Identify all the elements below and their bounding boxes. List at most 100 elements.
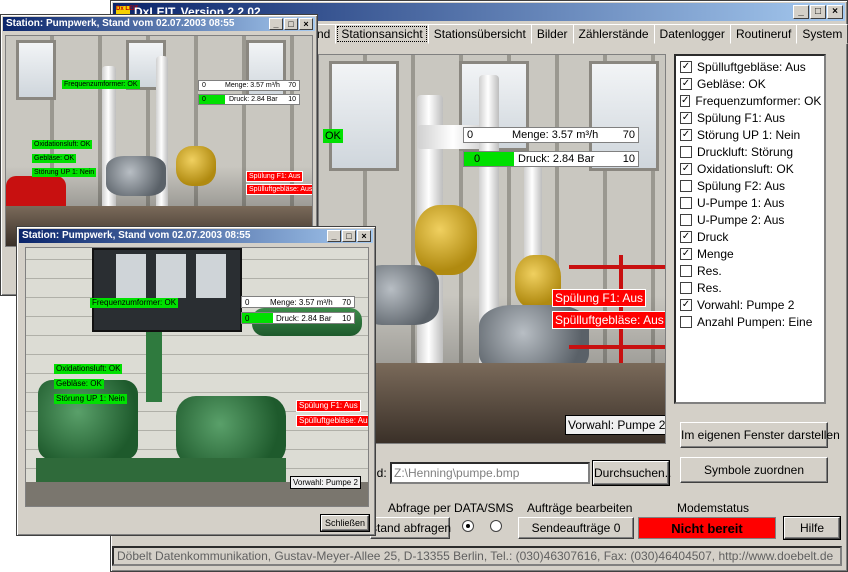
close-icon[interactable]: × [357,230,371,242]
green-motor [38,380,138,460]
checkbox-label: Spülluftgebläse: Aus [697,59,806,74]
checkbox[interactable]: ✓ [680,111,692,124]
oxi-label: Oxidationsluft: OK [32,140,93,149]
symbol-list[interactable]: ✓ Spülluftgebläse: Aus ✓ Gebläse: OK ✓ Freque… [674,54,826,404]
minimize-icon[interactable]: _ [327,230,341,242]
druck-meter: 0 Druck: 2.84 Bar 10 [198,94,300,105]
data-radio[interactable] [462,520,474,532]
checkbox[interactable]: ✓ [680,77,692,90]
tab-bar: nd Stationsansicht Stationsübersicht Bil… [312,24,848,44]
station-image-1: Frequenzumformer: OK 0 Menge: 3.57 m³/h … [5,35,313,247]
cabinet-panel [156,254,186,298]
tab-zaehlerstaende[interactable]: Zählerstände [572,24,655,44]
vorwahl-label: Vorwahl: Pumpe 2 [290,476,361,489]
checkbox-label: U-Pumpe 2: Aus [697,212,785,227]
own-window-button[interactable]: Im eigenen Fenster darstellen [680,422,840,448]
abfrage-label: Abfrage per [388,501,451,515]
window-1-title: Station: Pumpwerk, Stand vom 02.07.2003 … [6,18,235,29]
checkbox-label: Oxidationsluft: OK [697,161,794,176]
checkbox[interactable] [680,145,692,158]
checkbox[interactable]: ✓ [680,298,692,311]
maximize-icon[interactable]: □ [342,230,356,242]
window-2-titlebar[interactable]: Station: Pumpwerk, Stand vom 02.07.2003 … [19,229,373,243]
image-path-field[interactable]: Z:\Henning\pumpe.bmp [390,462,590,484]
red-railing [569,265,665,269]
green-pump [176,396,286,466]
symbol-checkbox-row[interactable]: U-Pumpe 1: Aus [680,194,820,211]
symbol-checkbox-row[interactable]: Res. [680,279,820,296]
window-decoration [16,40,56,100]
checkbox[interactable]: ✓ [680,60,692,73]
symbol-checkbox-row[interactable]: ✓ Gebläse: OK [680,75,820,92]
checkbox[interactable]: ✓ [680,128,692,141]
tab-datenlogger[interactable]: Datenlogger [653,24,731,44]
checkbox[interactable]: ✓ [680,94,691,107]
minimize-icon[interactable]: _ [269,18,283,30]
cabinet-panel [116,254,146,298]
browse-button[interactable]: Durchsuchen.. [592,460,671,486]
geblaese-label: Gebläse: OK [32,154,77,163]
symbol-checkbox-row[interactable]: Res. [680,262,820,279]
checkbox[interactable] [680,179,692,192]
checkbox-label: Menge [697,246,734,261]
window-1-titlebar[interactable]: Station: Pumpwerk, Stand vom 02.07.2003 … [3,17,315,31]
symbol-checkbox-row[interactable]: ✓ Störung UP 1: Nein [680,126,820,143]
maximize-icon[interactable]: □ [810,5,826,19]
close-button[interactable]: Schließen [320,514,370,532]
oxi-label: Oxidationsluft: OK [54,364,123,374]
assign-symbols-button[interactable]: Symbole zuordnen [680,457,828,483]
symbol-checkbox-row[interactable]: ✓ Spülung F1: Aus [680,109,820,126]
checkbox[interactable] [680,196,692,209]
symbol-checkbox-row[interactable]: ✓ Menge [680,245,820,262]
symbol-checkbox-row[interactable]: Anzahl Pumpen: Eine [680,313,820,330]
symbol-checkbox-row[interactable]: ✓ Druck [680,228,820,245]
station-image-2: Frequenzumformer: OK 0 Menge: 3.57 m³/h … [25,247,369,507]
spuelluft-label: Spülluftgebläse: Aus [296,415,368,427]
checkbox-label: Spülung F1: Aus [697,110,786,125]
checkbox[interactable]: ✓ [680,230,692,243]
symbol-checkbox-row[interactable]: ✓ Oxidationsluft: OK [680,160,820,177]
checkbox-label: Störung UP 1: Nein [697,127,801,142]
maximize-icon[interactable]: □ [284,18,298,30]
data-sms-label: DATA/SMS [454,501,514,515]
help-button[interactable]: Hilfe [783,516,841,540]
stoerung-label: Störung UP 1: Nein [54,394,127,404]
green-pipe [146,332,162,402]
druck-meter: 0 Druck: 2.84 Bar 10 [241,312,355,324]
close-icon[interactable]: × [827,5,843,19]
tab-system[interactable]: System [796,24,848,44]
modem-status: Nicht bereit [638,517,776,539]
druck-fill [464,152,515,166]
stand-abfragen-button[interactable]: stand abfragen [370,517,451,539]
sms-radio[interactable] [490,520,502,532]
symbol-checkbox-row[interactable]: U-Pumpe 2: Aus [680,211,820,228]
symbol-checkbox-row[interactable]: Druckluft: Störung [680,143,820,160]
minimize-icon[interactable]: _ [793,5,809,19]
symbol-checkbox-row[interactable]: Spülung F2: Aus [680,177,820,194]
checkbox[interactable] [680,281,692,294]
checkbox[interactable] [680,213,692,226]
checkbox[interactable] [680,264,692,277]
status-bar: Döbelt Datenkommunikation, Gustav-Meyer-… [112,546,842,566]
checkbox[interactable]: ✓ [680,247,692,260]
vorwahl-label: Vorwahl: Pumpe 2 [565,415,665,435]
tab-routineruf[interactable]: Routineruf [729,24,798,44]
tab-bilder[interactable]: Bilder [530,24,574,44]
tab-stationsansicht[interactable]: Stationsansicht [335,24,429,44]
close-icon[interactable]: × [299,18,313,30]
spuelung-label: Spülung F1: Aus [296,400,361,412]
menge-meter: 0 Menge: 3.57 m³/h 70 [463,127,639,143]
menge-meter: 0 Menge: 3.57 m³/h 70 [198,80,300,91]
checkbox[interactable]: ✓ [680,162,692,175]
sendeauftraege-button[interactable]: Sendeaufträge 0 [518,517,634,539]
symbol-checkbox-row[interactable]: ✓ Frequenzumformer: OK [680,92,822,109]
auftraege-label: Aufträge bearbeiten [527,501,633,515]
symbol-checkbox-row[interactable]: ✓ Vorwahl: Pumpe 2 [680,296,820,313]
station-window-2: Station: Pumpwerk, Stand vom 02.07.2003 … [16,226,376,536]
menge-meter: 0 Menge: 3.57 m³/h 70 [241,296,355,308]
checkbox-label: Druckluft: Störung [697,144,794,159]
symbol-checkbox-row[interactable]: ✓ Spülluftgebläse: Aus [680,58,820,75]
tab-stationsuebersicht[interactable]: Stationsübersicht [427,24,532,44]
checkbox[interactable] [680,315,692,328]
checkbox-label: Frequenzumformer: OK [695,93,822,108]
